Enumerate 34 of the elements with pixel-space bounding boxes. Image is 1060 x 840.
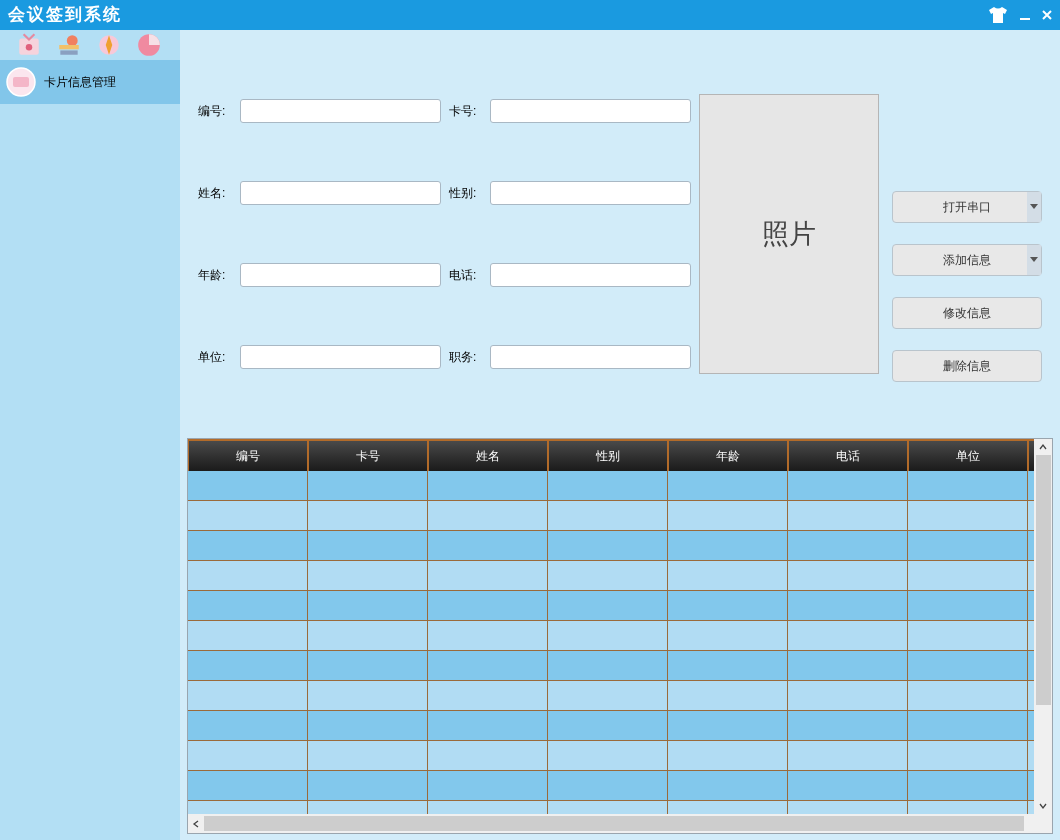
field-label: 单位: [198, 349, 227, 366]
input-field[interactable] [240, 99, 441, 123]
input-field[interactable] [490, 345, 691, 369]
field-label: 职务: [449, 349, 478, 366]
action-button[interactable]: 修改信息 [892, 297, 1042, 329]
window-title: 会议签到系统 [8, 3, 122, 27]
action-button[interactable]: 打开串口 [892, 191, 1042, 223]
card-icon [6, 67, 36, 97]
caret-icon[interactable] [1027, 245, 1041, 275]
action-button[interactable]: 添加信息 [892, 244, 1042, 276]
toolbar-icon[interactable] [96, 32, 122, 58]
field-label: 姓名: [198, 185, 227, 202]
field-label: 电话: [449, 267, 478, 284]
photo-box: 照片 [699, 94, 879, 374]
vertical-scrollbar[interactable] [1034, 439, 1052, 814]
input-field[interactable] [490, 99, 691, 123]
sidebar-item[interactable]: 卡片信息管理 [0, 60, 180, 104]
close-icon[interactable] [1042, 10, 1052, 20]
action-button[interactable]: 删除信息 [892, 350, 1042, 382]
toolbar-icon[interactable] [16, 32, 42, 58]
input-field[interactable] [240, 181, 441, 205]
field-label: 年龄: [198, 267, 227, 284]
horizontal-scrollbar[interactable] [188, 814, 1052, 833]
shirt-icon[interactable] [988, 6, 1008, 24]
field-label: 性别: [449, 185, 478, 202]
toolbar-icon[interactable] [136, 32, 162, 58]
input-field[interactable] [240, 263, 441, 287]
field-label: 卡号: [449, 103, 478, 120]
toolbar-icon[interactable] [56, 32, 82, 58]
caret-icon[interactable] [1027, 192, 1041, 222]
input-field[interactable] [490, 263, 691, 287]
field-label: 编号: [198, 103, 227, 120]
input-field[interactable] [240, 345, 441, 369]
input-field[interactable] [490, 181, 691, 205]
